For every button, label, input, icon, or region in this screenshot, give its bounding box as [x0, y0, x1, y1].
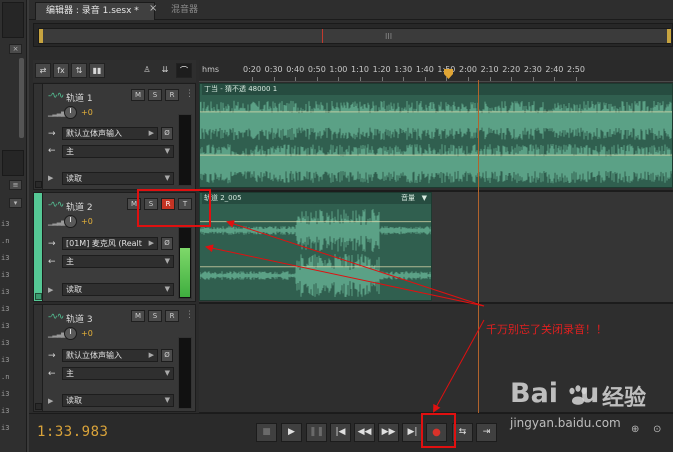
annotation-text: 千万别忘了关闭录音！！	[486, 323, 607, 336]
watermark-title: 经验	[602, 386, 647, 411]
watermark-url: jingyan.baidu.com	[510, 416, 621, 430]
baidu-watermark: Bai u 经验 jingyan.baidu.com	[506, 376, 666, 440]
paw-icon	[569, 385, 587, 405]
logo-part-a: Bai	[510, 378, 559, 409]
